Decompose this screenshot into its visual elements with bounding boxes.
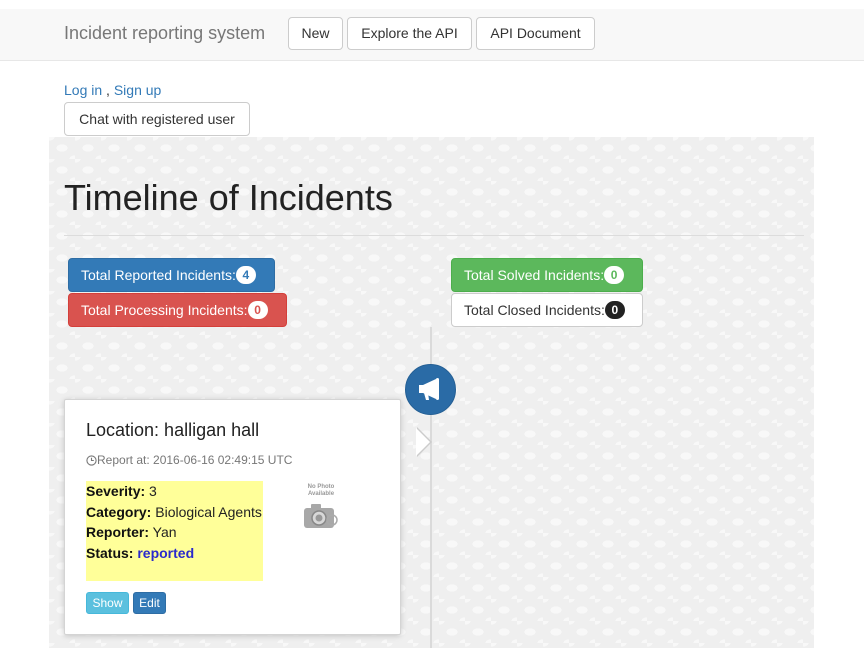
no-photo-text: No Photo Available [307, 484, 335, 497]
title-divider [64, 235, 804, 236]
stat-closed-label: Total Closed Incidents: [464, 302, 605, 318]
severity-row: Severity: 3 [86, 481, 263, 502]
stat-processing-label: Total Processing Incidents: [81, 302, 248, 318]
new-button[interactable]: New [288, 17, 343, 50]
incident-report-time: Report at: 2016-06-16 02:49:15 UTC [97, 453, 293, 467]
clock-icon [86, 455, 97, 466]
stat-closed[interactable]: Total Closed Incidents: 0 [451, 293, 643, 327]
stat-closed-badge: 0 [604, 301, 625, 319]
brand[interactable]: Incident reporting system [64, 23, 265, 44]
incident-report-time-row: Report at: 2016-06-16 02:49:15 UTC [86, 453, 292, 467]
stat-solved-badge: 0 [604, 266, 625, 284]
status-value: reported [137, 544, 195, 561]
timeline-badge [405, 364, 456, 415]
auth-separator: , [106, 82, 110, 98]
api-document-button[interactable]: API Document [476, 17, 595, 50]
camera-icon [304, 504, 338, 528]
edit-button[interactable]: Edit [133, 592, 166, 614]
login-link[interactable]: Log in [64, 82, 102, 98]
no-photo-placeholder: No Photo Available [301, 484, 341, 534]
stat-processing-badge: 0 [247, 301, 268, 319]
reporter-value: Yan [152, 524, 177, 540]
severity-label: Severity: [86, 483, 146, 499]
page-title: Timeline of Incidents [64, 177, 393, 218]
stat-solved[interactable]: Total Solved Incidents: 0 [451, 258, 643, 292]
reporter-label: Reporter: [86, 524, 150, 540]
auth-links: Log in , Sign up [64, 82, 161, 98]
stat-solved-label: Total Solved Incidents: [464, 267, 605, 283]
chat-button[interactable]: Chat with registered user [64, 102, 250, 136]
stat-reported-badge: 4 [235, 266, 256, 284]
stat-reported-label: Total Reported Incidents: [81, 267, 236, 283]
megaphone-icon [419, 378, 439, 400]
status-label: Status: [86, 544, 134, 561]
stat-processing[interactable]: Total Processing Incidents: 0 [68, 293, 287, 327]
incident-location: Location: halligan hall [86, 420, 260, 440]
status-row: Status: reported [86, 543, 263, 564]
timeline-section: Timeline of Incidents Total Reported Inc… [49, 137, 814, 648]
stat-reported[interactable]: Total Reported Incidents: 4 [68, 258, 275, 292]
signup-link[interactable]: Sign up [114, 82, 161, 98]
category-value: Biological Agents [155, 503, 262, 520]
category-label: Category: [86, 503, 152, 520]
incident-details: Severity: 3 Category: Biological Agents … [86, 481, 263, 581]
explore-api-button[interactable]: Explore the API [347, 17, 472, 50]
severity-value: 3 [149, 483, 157, 499]
category-row: Category: Biological Agents [86, 502, 263, 523]
reporter-row: Reporter: Yan [86, 522, 263, 543]
navbar: Incident reporting system New Explore th… [0, 9, 864, 61]
show-button[interactable]: Show [86, 592, 129, 614]
incident-card: Location: halligan hall Report at: 2016-… [64, 399, 432, 635]
